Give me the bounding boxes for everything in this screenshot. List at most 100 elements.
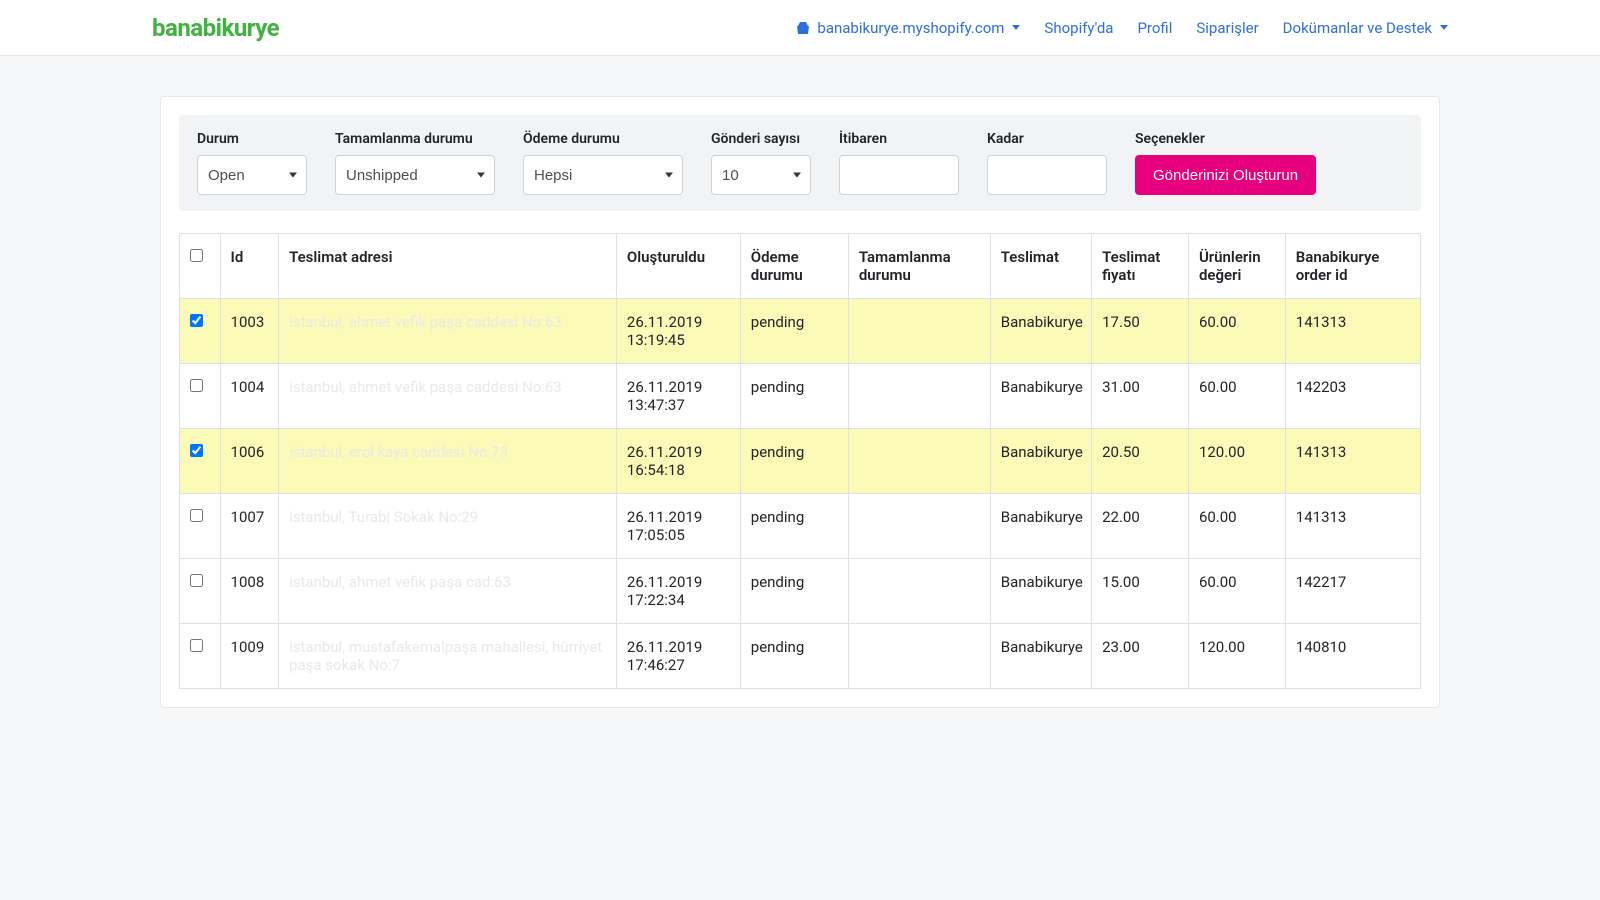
cell-value: 120.00: [1188, 429, 1285, 494]
create-shipment-button[interactable]: Gönderinizi Oluşturun: [1135, 155, 1316, 195]
filter-payment: Ödeme durumu Hepsi: [523, 131, 683, 195]
cell-completion: [848, 364, 990, 429]
cell-payment: pending: [740, 559, 848, 624]
col-delivery-price: Teslimat fiyatı: [1092, 234, 1189, 299]
cell-completion: [848, 429, 990, 494]
cell-delivery: Banabikurye: [990, 299, 1091, 364]
nav-orders[interactable]: Siparişler: [1196, 19, 1258, 37]
filter-to-input[interactable]: [987, 155, 1107, 195]
cell-value: 60.00: [1188, 299, 1285, 364]
filter-completion-select[interactable]: Unshipped: [335, 155, 495, 195]
filter-options-label: Seçenekler: [1135, 131, 1316, 147]
shop-icon: [795, 21, 811, 35]
row-checkbox[interactable]: [190, 444, 203, 457]
filter-completion: Tamamlanma durumu Unshipped: [335, 131, 495, 195]
cell-price: 23.00: [1092, 624, 1189, 689]
cell-price: 20.50: [1092, 429, 1189, 494]
filter-status-select[interactable]: Open: [197, 155, 307, 195]
table-row: 1007istanbul, Turabi Sokak No:2926.11.20…: [180, 494, 1421, 559]
cell-bk-id: 141313: [1285, 299, 1420, 364]
filter-count-select[interactable]: 10: [711, 155, 811, 195]
nav-docs-dropdown[interactable]: Dokümanlar ve Destek: [1283, 19, 1448, 37]
nav-docs-label: Dokümanlar ve Destek: [1283, 19, 1432, 37]
cell-value: 60.00: [1188, 494, 1285, 559]
cell-completion: [848, 624, 990, 689]
cell-created: 26.11.2019 17:46:27: [616, 624, 740, 689]
filter-to-label: Kadar: [987, 131, 1107, 147]
nav-links: banabikurye.myshopify.com Shopify'da Pro…: [795, 19, 1448, 37]
cell-delivery: Banabikurye: [990, 429, 1091, 494]
cell-created: 26.11.2019 16:54:18: [616, 429, 740, 494]
chevron-down-icon: [1012, 25, 1020, 30]
orders-table: Id Teslimat adresi Oluşturuldu Ödeme dur…: [179, 233, 1421, 689]
row-checkbox[interactable]: [190, 639, 203, 652]
filter-from-input[interactable]: [839, 155, 959, 195]
col-created: Oluşturuldu: [616, 234, 740, 299]
col-delivery: Teslimat: [990, 234, 1091, 299]
row-checkbox[interactable]: [190, 379, 203, 392]
table-row: 1003istanbul, ahmet vefik paşa caddesi N…: [180, 299, 1421, 364]
row-checkbox[interactable]: [190, 314, 203, 327]
filter-count-label: Gönderi sayısı: [711, 131, 811, 147]
cell-bk-id: 142217: [1285, 559, 1420, 624]
nav-profile[interactable]: Profil: [1137, 19, 1172, 37]
filter-to: Kadar: [987, 131, 1107, 195]
cell-price: 15.00: [1092, 559, 1189, 624]
nav-shopify[interactable]: Shopify'da: [1044, 19, 1113, 37]
row-checkbox[interactable]: [190, 574, 203, 587]
filter-payment-select[interactable]: Hepsi: [523, 155, 683, 195]
cell-payment: pending: [740, 494, 848, 559]
top-nav: banabikurye banabikurye.myshopify.com Sh…: [0, 0, 1600, 56]
chevron-down-icon: [1440, 25, 1448, 30]
page-card: Durum Open Tamamlanma durumu Unshipped Ö…: [160, 96, 1440, 708]
cell-created: 26.11.2019 17:05:05: [616, 494, 740, 559]
cell-payment: pending: [740, 364, 848, 429]
filter-from-label: İtibaren: [839, 131, 959, 147]
cell-delivery: Banabikurye: [990, 559, 1091, 624]
cell-payment: pending: [740, 299, 848, 364]
cell-delivery: Banabikurye: [990, 624, 1091, 689]
row-checkbox[interactable]: [190, 509, 203, 522]
col-completion: Tamamlanma durumu: [848, 234, 990, 299]
col-payment: Ödeme durumu: [740, 234, 848, 299]
cell-created: 26.11.2019 17:22:34: [616, 559, 740, 624]
cell-bk-id: 140810: [1285, 624, 1420, 689]
cell-address: istanbul, ahmet vefik paşa cad:63: [279, 559, 617, 624]
filters-bar: Durum Open Tamamlanma durumu Unshipped Ö…: [179, 115, 1421, 211]
filter-status: Durum Open: [197, 131, 307, 195]
nav-shop-dropdown[interactable]: banabikurye.myshopify.com: [795, 19, 1020, 37]
cell-bk-id: 141313: [1285, 429, 1420, 494]
cell-address: istanbul, ahmet vefik paşa caddesi No:63: [279, 299, 617, 364]
cell-value: 60.00: [1188, 364, 1285, 429]
cell-completion: [848, 559, 990, 624]
cell-delivery: Banabikurye: [990, 494, 1091, 559]
table-row: 1006istanbul, erol kaya caddesi No:7326.…: [180, 429, 1421, 494]
col-address: Teslimat adresi: [279, 234, 617, 299]
cell-address: istanbul, mustafakemalpaşa mahallesi, hü…: [279, 624, 617, 689]
filter-from: İtibaren: [839, 131, 959, 195]
brand-logo: banabikurye: [152, 14, 279, 42]
cell-address: istanbul, Turabi Sokak No:29: [279, 494, 617, 559]
cell-created: 26.11.2019 13:19:45: [616, 299, 740, 364]
col-id: Id: [220, 234, 279, 299]
cell-price: 22.00: [1092, 494, 1189, 559]
filter-completion-label: Tamamlanma durumu: [335, 131, 495, 147]
cell-price: 31.00: [1092, 364, 1189, 429]
table-row: 1008istanbul, ahmet vefik paşa cad:6326.…: [180, 559, 1421, 624]
filter-payment-label: Ödeme durumu: [523, 131, 683, 147]
cell-id: 1007: [220, 494, 279, 559]
cell-completion: [848, 299, 990, 364]
table-row: 1004istanbul, ahmet vefik paşa caddesi N…: [180, 364, 1421, 429]
cell-value: 120.00: [1188, 624, 1285, 689]
cell-payment: pending: [740, 624, 848, 689]
filter-options: Seçenekler Gönderinizi Oluşturun: [1135, 131, 1316, 195]
filter-status-label: Durum: [197, 131, 307, 147]
table-row: 1009istanbul, mustafakemalpaşa mahallesi…: [180, 624, 1421, 689]
col-bk-order-id: Banabikurye order id: [1285, 234, 1420, 299]
cell-price: 17.50: [1092, 299, 1189, 364]
cell-payment: pending: [740, 429, 848, 494]
select-all-checkbox[interactable]: [190, 249, 203, 262]
cell-id: 1003: [220, 299, 279, 364]
cell-bk-id: 141313: [1285, 494, 1420, 559]
nav-shop-label: banabikurye.myshopify.com: [817, 19, 1004, 37]
